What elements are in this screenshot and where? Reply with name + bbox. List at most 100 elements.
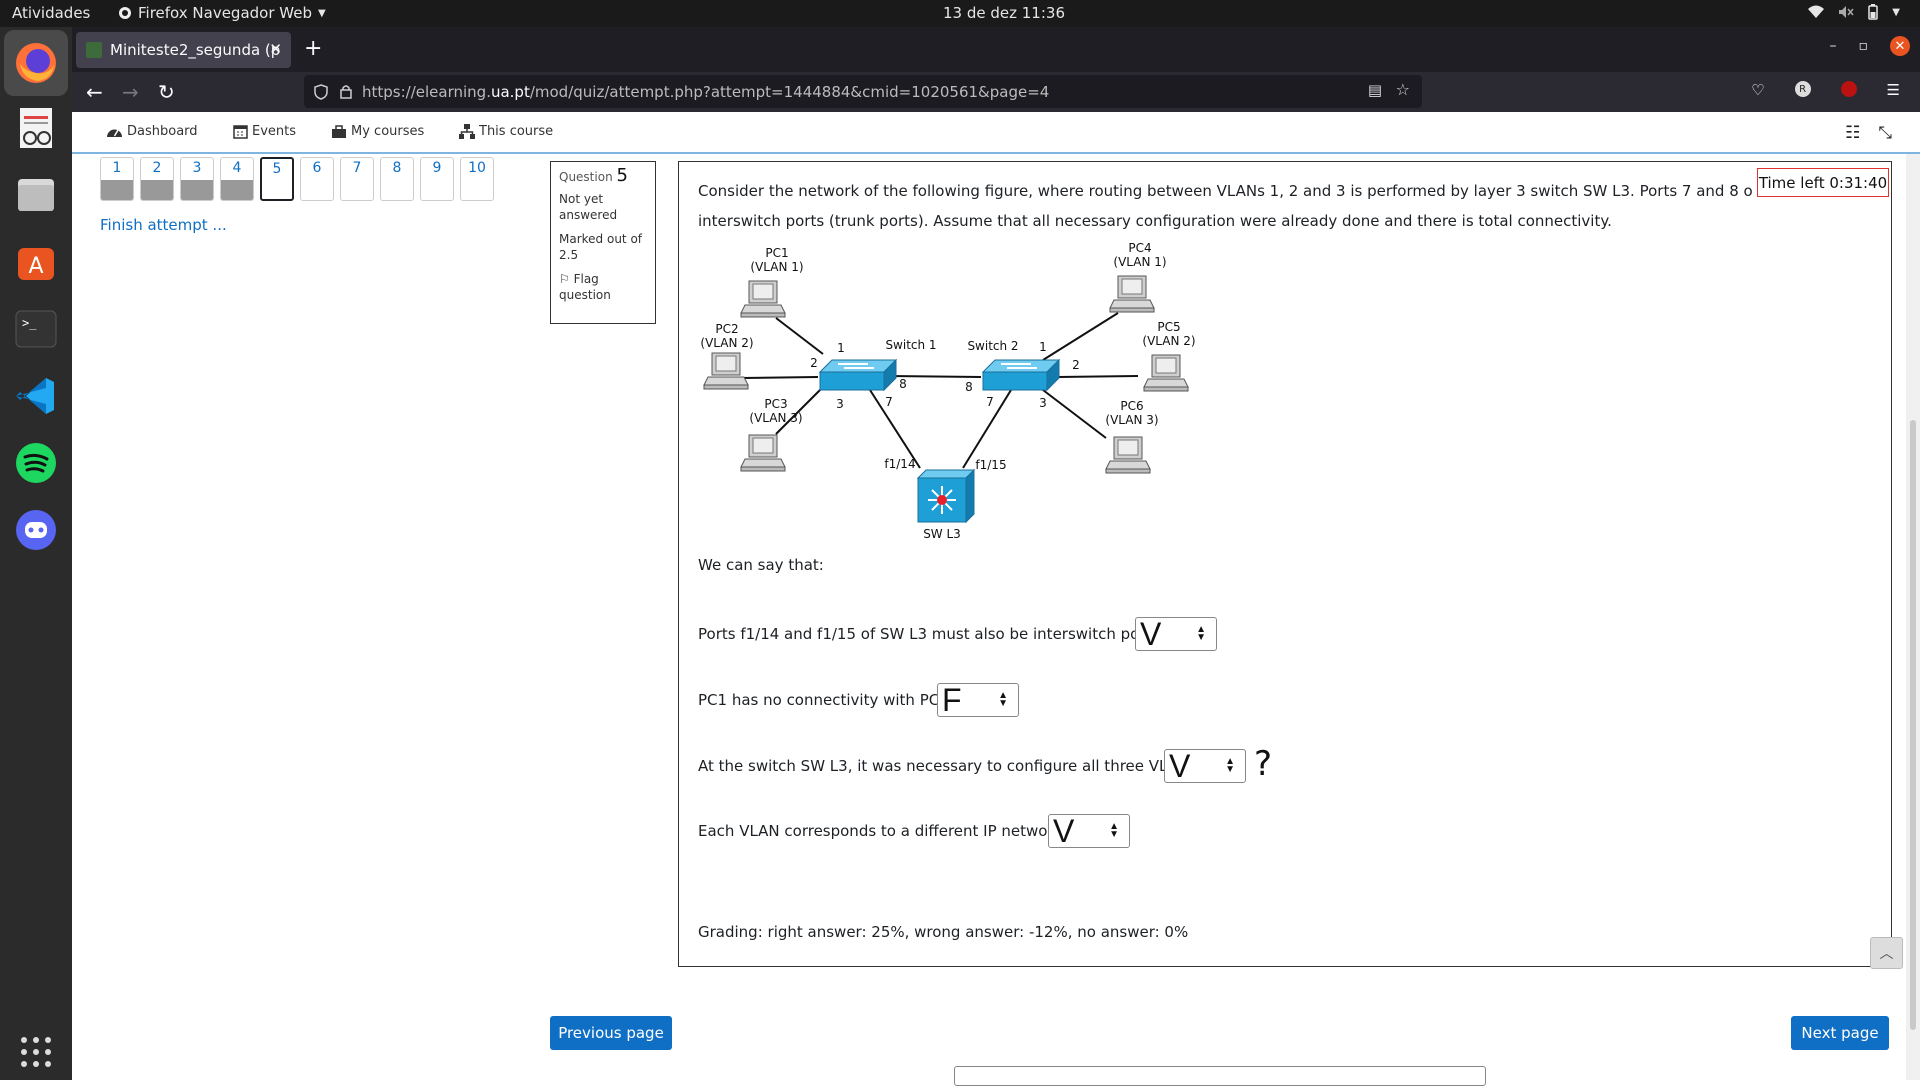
collapse-icon[interactable]: ⤡ bbox=[1878, 123, 1892, 143]
menu-icon[interactable]: ☰ bbox=[1887, 81, 1900, 99]
flag-question[interactable]: ⚐ Flag question bbox=[559, 271, 647, 303]
port-label: 3 bbox=[836, 397, 844, 411]
switch2-label: Switch 2 bbox=[967, 339, 1018, 353]
back-to-top-button[interactable]: ︿ bbox=[1870, 937, 1903, 969]
pc4-vlan: (VLAN 1) bbox=[1113, 255, 1166, 269]
next-page-button[interactable]: Next page bbox=[1791, 1016, 1889, 1050]
nav-events[interactable]: Events bbox=[233, 124, 296, 139]
favicon-icon bbox=[86, 42, 102, 58]
new-tab-button[interactable]: + bbox=[304, 36, 322, 61]
dock-terminal[interactable]: >_ bbox=[11, 304, 61, 354]
question-state: Not yet answered bbox=[559, 191, 647, 223]
clock[interactable]: 13 de dez 11:36 bbox=[943, 4, 1065, 22]
reader-view-icon[interactable]: ▤ bbox=[1368, 81, 1382, 99]
quiz-nav-button-6[interactable]: 6 bbox=[300, 157, 334, 201]
nav-dashboard[interactable]: Dashboard bbox=[106, 124, 198, 139]
answer-select-3[interactable]: V ▲ ▼ bbox=[1164, 747, 1246, 784]
close-window-icon[interactable]: ✕ bbox=[1890, 36, 1910, 56]
pc2-vlan: (VLAN 2) bbox=[700, 336, 753, 350]
page-scrollbar[interactable] bbox=[1906, 154, 1920, 1080]
nav-my-courses[interactable]: My courses bbox=[331, 124, 424, 139]
answer-select-1[interactable]: V ▲ ▼ bbox=[1135, 616, 1217, 652]
select-arrows-icon: ▲ ▼ bbox=[1225, 756, 1235, 775]
quiz-nav-button-2[interactable]: 2 bbox=[140, 157, 174, 201]
quiz-nav-button-3[interactable]: 3 bbox=[180, 157, 214, 201]
quiz-nav-number: 4 bbox=[232, 160, 242, 176]
activities-button[interactable]: Atividades bbox=[12, 4, 90, 22]
lock-icon[interactable] bbox=[340, 84, 352, 99]
close-tab-icon[interactable]: ✕ bbox=[269, 40, 282, 58]
dock-software[interactable]: A bbox=[11, 237, 61, 287]
account-icon[interactable]: R bbox=[1794, 81, 1811, 97]
quiz-nav-button-10[interactable]: 10 bbox=[460, 157, 494, 201]
previous-page-button[interactable]: Previous page bbox=[550, 1016, 672, 1050]
answer-select-2[interactable]: F ▲ ▼ bbox=[937, 682, 1019, 718]
switch1-label: Switch 1 bbox=[885, 338, 936, 352]
browser-tab[interactable]: Miniteste2_segunda (pag ✕ bbox=[76, 32, 291, 68]
quiz-nav-number: 10 bbox=[468, 160, 486, 176]
document-viewer-icon bbox=[20, 108, 52, 148]
dock-files[interactable] bbox=[11, 170, 61, 220]
pc6-label: PC6 bbox=[1120, 399, 1143, 413]
list-toggle-icon[interactable]: ☷ bbox=[1845, 123, 1860, 143]
extension-icon[interactable] bbox=[1840, 81, 1857, 97]
url-prefix: https://elearning. bbox=[362, 82, 491, 101]
dock-firefox[interactable] bbox=[4, 30, 68, 96]
bookmark-star-icon[interactable]: ☆ bbox=[1396, 80, 1410, 99]
quiz-nav-number: 5 bbox=[272, 161, 282, 177]
quiz-nav-button-1[interactable]: 1 bbox=[100, 157, 134, 201]
we-can-say-text: We can say that: bbox=[698, 556, 824, 574]
dock-spotify[interactable] bbox=[11, 438, 61, 488]
nav-this-course-label: This course bbox=[479, 124, 554, 139]
answer-select-4[interactable]: V ▲ ▼ bbox=[1048, 812, 1130, 849]
pc4-label: PC4 bbox=[1128, 241, 1151, 255]
nav-this-course[interactable]: This course bbox=[459, 124, 553, 139]
quiz-nav-button-4[interactable]: 4 bbox=[220, 157, 254, 201]
flag-line-1: Flag bbox=[573, 272, 599, 286]
browser-nav-bar: ← → ↻ https://elearning.ua.pt/mod/quiz/a… bbox=[72, 72, 1920, 112]
shield-icon[interactable] bbox=[314, 84, 328, 100]
marked-line-2: 2.5 bbox=[559, 248, 579, 262]
scrollbar-thumb[interactable] bbox=[1910, 420, 1916, 1030]
back-icon[interactable]: ← bbox=[86, 80, 103, 104]
system-tray[interactable]: ▼ bbox=[1808, 4, 1900, 20]
minimize-icon[interactable]: – bbox=[1830, 38, 1837, 54]
sitemap-icon bbox=[459, 124, 475, 139]
show-apps-button[interactable] bbox=[11, 1027, 61, 1077]
chevron-down-icon: ▼ bbox=[1892, 6, 1900, 18]
selected-value: V bbox=[1053, 812, 1075, 849]
reload-icon[interactable]: ↻ bbox=[158, 80, 175, 104]
dock-vscode[interactable] bbox=[11, 371, 61, 421]
answered-indicator bbox=[141, 180, 173, 200]
quiz-nav-button-8[interactable]: 8 bbox=[380, 157, 414, 201]
folder-icon bbox=[18, 179, 54, 211]
quiz-nav-button-7[interactable]: 7 bbox=[340, 157, 374, 201]
state-line-2: answered bbox=[559, 208, 618, 222]
svg-text:>_: >_ bbox=[22, 316, 37, 330]
quiz-nav-button-9[interactable]: 9 bbox=[420, 157, 454, 201]
selected-value: V bbox=[1169, 747, 1191, 784]
nav-dashboard-label: Dashboard bbox=[127, 124, 198, 139]
port-label: 2 bbox=[1072, 358, 1080, 372]
finish-attempt-link[interactable]: Finish attempt ... bbox=[100, 216, 227, 234]
app-menu[interactable]: Firefox Navegador Web ▼ bbox=[118, 4, 326, 22]
dock-document-viewer[interactable] bbox=[11, 103, 61, 153]
port-label: 1 bbox=[837, 341, 845, 355]
system-top-bar: Atividades Firefox Navegador Web ▼ 13 de… bbox=[0, 0, 1920, 27]
quiz-nav-number: 6 bbox=[312, 160, 322, 176]
port-label: 8 bbox=[965, 380, 973, 394]
url-bar[interactable]: https://elearning.ua.pt/mod/quiz/attempt… bbox=[304, 75, 1422, 108]
sw-l3-icon bbox=[916, 468, 976, 524]
dashboard-icon bbox=[107, 129, 122, 137]
firefox-small-icon bbox=[119, 7, 131, 19]
pc1-vlan: (VLAN 1) bbox=[750, 260, 803, 274]
port-label: 3 bbox=[1039, 396, 1047, 410]
forward-icon[interactable]: → bbox=[122, 80, 139, 104]
pc3-vlan: (VLAN 3) bbox=[749, 411, 802, 425]
quiz-nav-button-5[interactable]: 5 bbox=[260, 157, 294, 201]
pocket-icon[interactable]: ♡ bbox=[1751, 81, 1764, 99]
restore-icon[interactable]: ▫ bbox=[1859, 38, 1869, 54]
jump-to-select[interactable] bbox=[954, 1066, 1486, 1086]
question-label: Question bbox=[559, 170, 613, 184]
dock-discord[interactable] bbox=[11, 505, 61, 555]
